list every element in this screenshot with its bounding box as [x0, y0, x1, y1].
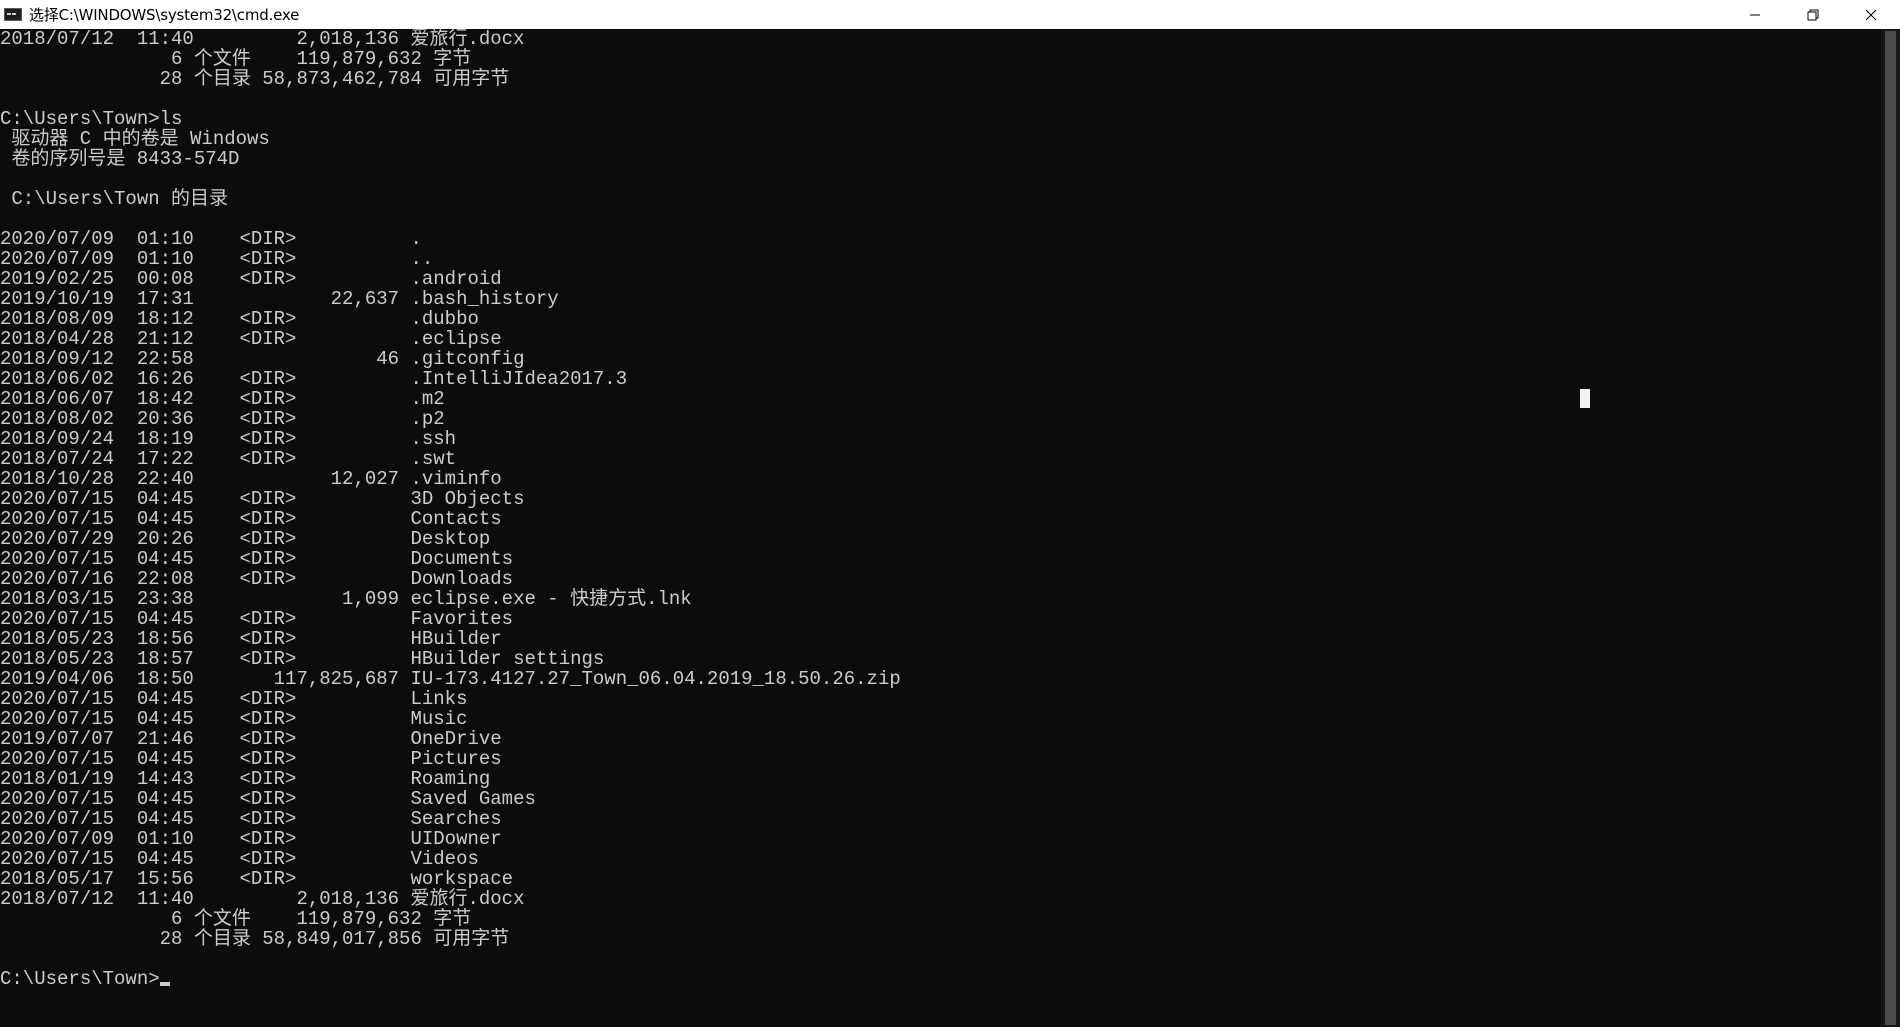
console-line: 2018/03/15 23:38 1,099 eclipse.exe - 快捷方… [0, 588, 692, 610]
window-controls [1726, 0, 1900, 29]
console-output[interactable]: 2018/07/12 11:40 2,018,136 爱旅行.docx 6 个文… [0, 29, 1881, 1027]
console-line: 驱动器 C 中的卷是 Windows [0, 128, 270, 150]
console-line: 卷的序列号是 8433-574D [0, 148, 240, 170]
console-line: 2018/08/09 18:12 <DIR> .dubbo [0, 308, 479, 330]
title-bar[interactable]: 选择C:\WINDOWS\system32\cmd.exe [0, 0, 1900, 29]
console-line: 2019/04/06 18:50 117,825,687 IU-173.4127… [0, 668, 901, 690]
console-line: 6 个文件 119,879,632 字节 [0, 48, 472, 70]
console-line: 2020/07/15 04:45 <DIR> Contacts [0, 508, 502, 530]
window-title: 选择C:\WINDOWS\system32\cmd.exe [29, 6, 300, 24]
cmd-window: 选择C:\WINDOWS\system32\cmd.exe 2018/07/12… [0, 0, 1900, 1027]
console-line: 2018/09/12 22:58 46 .gitconfig [0, 348, 525, 370]
console-line: 2018/05/23 18:57 <DIR> HBuilder settings [0, 648, 605, 670]
console-line: 2020/07/15 04:45 <DIR> Searches [0, 808, 502, 830]
console-line: 2020/07/15 04:45 <DIR> Saved Games [0, 788, 536, 810]
console-line: 2020/07/15 04:45 <DIR> Videos [0, 848, 479, 870]
console-line: 2018/07/24 17:22 <DIR> .swt [0, 448, 457, 470]
console-line: 2018/07/12 11:40 2,018,136 爱旅行.docx [0, 888, 525, 910]
console-line: 2020/07/15 04:45 <DIR> Documents [0, 548, 514, 570]
console-line: C:\Users\Town>ls [0, 108, 183, 130]
console-line: 2018/05/17 15:56 <DIR> workspace [0, 868, 514, 890]
minimize-button[interactable] [1726, 0, 1784, 29]
console-line: 2020/07/15 04:45 <DIR> Favorites [0, 608, 514, 630]
console-line: 2018/06/02 16:26 <DIR> .IntelliJIdea2017… [0, 368, 628, 390]
console-line: 2018/07/12 11:40 2,018,136 爱旅行.docx [0, 29, 525, 50]
console-line: 2020/07/15 04:45 <DIR> 3D Objects [0, 488, 525, 510]
scrollbar-thumb[interactable] [1885, 31, 1896, 1025]
console-line: C:\Users\Town> [0, 969, 1881, 989]
mouse-text-cursor [1580, 389, 1590, 408]
prompt-cursor [159, 982, 170, 986]
close-button[interactable] [1842, 0, 1900, 29]
console-line: 2020/07/09 01:10 <DIR> .. [0, 248, 434, 270]
console-line: 2018/05/23 18:56 <DIR> HBuilder [0, 628, 502, 650]
console-line: 2020/07/15 04:45 <DIR> Links [0, 688, 468, 710]
close-icon [1865, 9, 1877, 20]
restore-button[interactable] [1784, 0, 1842, 29]
cmd-app-icon[interactable] [4, 8, 22, 21]
console-line: 2019/10/19 17:31 22,637 .bash_history [0, 288, 559, 310]
console-line: 6 个文件 119,879,632 字节 [0, 908, 472, 930]
console-line: 2018/04/28 21:12 <DIR> .eclipse [0, 328, 502, 350]
console-line: 2018/08/02 20:36 <DIR> .p2 [0, 408, 445, 430]
console-line: 2020/07/15 04:45 <DIR> Music [0, 708, 468, 730]
console-line: 2020/07/16 22:08 <DIR> Downloads [0, 568, 514, 590]
console-line: 2020/07/09 01:10 <DIR> UIDowner [0, 828, 502, 850]
console-line: 2019/02/25 00:08 <DIR> .android [0, 268, 502, 290]
vertical-scrollbar[interactable] [1881, 29, 1900, 1027]
console-line: 28 个目录 58,849,017,856 可用字节 [0, 928, 510, 950]
console-line: 28 个目录 58,873,462,784 可用字节 [0, 68, 510, 90]
console-line: C:\Users\Town 的目录 [0, 188, 229, 210]
console-line: 2018/10/28 22:40 12,027 .viminfo [0, 468, 502, 490]
console-line: 2020/07/29 20:26 <DIR> Desktop [0, 528, 491, 550]
console-line: 2020/07/15 04:45 <DIR> Pictures [0, 748, 502, 770]
restore-icon [1807, 9, 1819, 20]
console-line: 2019/07/07 21:46 <DIR> OneDrive [0, 728, 502, 750]
console-line: 2018/09/24 18:19 <DIR> .ssh [0, 428, 457, 450]
console-line: 2018/01/19 14:43 <DIR> Roaming [0, 768, 491, 790]
minimize-icon [1750, 14, 1760, 15]
console-line: 2020/07/09 01:10 <DIR> . [0, 228, 422, 250]
console-line: 2018/06/07 18:42 <DIR> .m2 [0, 388, 445, 410]
